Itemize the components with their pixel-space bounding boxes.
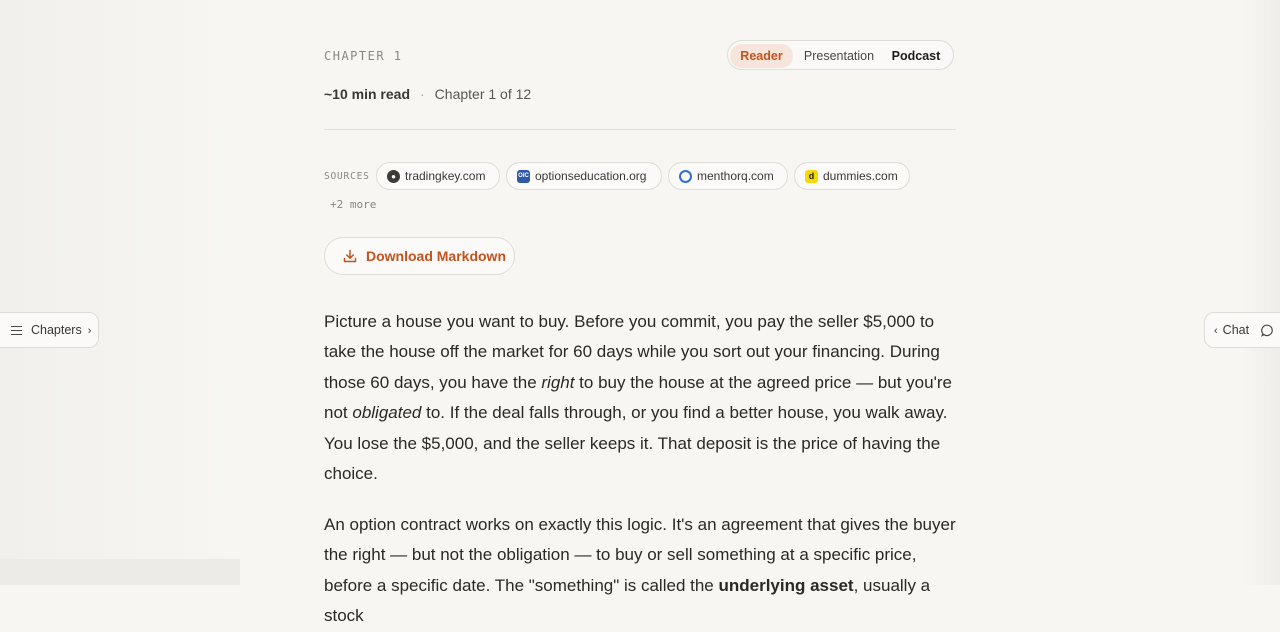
oic-favicon-icon: OIC <box>517 170 530 183</box>
source-chip-tradingkey[interactable]: ● tradingkey.com <box>376 162 500 190</box>
mode-reader-button[interactable]: Reader <box>730 44 793 68</box>
chevron-left-icon: ‹ <box>1214 325 1218 337</box>
chapter-label: CHAPTER 1 <box>324 49 403 63</box>
download-icon <box>343 249 357 263</box>
chat-label: Chat <box>1222 323 1250 337</box>
mode-podcast-button[interactable]: Podcast <box>886 44 946 68</box>
right-margin <box>1240 0 1280 585</box>
download-label: Download Markdown <box>366 248 506 264</box>
source-chip-optionseducation[interactable]: OIC optionseducation.org <box>506 162 662 190</box>
strong-term: underlying asset <box>718 575 854 595</box>
source-chip-dummies[interactable]: d dummies.com <box>794 162 910 190</box>
chevron-right-icon: › <box>87 325 92 337</box>
header-divider <box>324 129 956 130</box>
chat-bubble-icon <box>1261 324 1273 337</box>
read-time: ~10 min read <box>324 86 410 102</box>
mode-switch: Reader Presentation Podcast <box>727 40 954 70</box>
left-margin <box>0 0 240 585</box>
menthorq-favicon-icon <box>679 170 692 183</box>
paragraph-1: Picture a house you want to buy. Before … <box>324 307 956 489</box>
source-domain: dummies.com <box>823 169 898 183</box>
more-sources-link[interactable]: +2 more <box>330 198 376 211</box>
menu-icon <box>11 326 22 337</box>
sources-label: SOURCES <box>324 171 370 182</box>
chapter-position: Chapter 1 of 12 <box>434 86 532 102</box>
emphasis: right <box>541 372 575 392</box>
download-markdown-button[interactable]: Download Markdown <box>324 237 515 275</box>
chapter-meta: ~10 min read · Chapter 1 of 12 <box>324 86 531 102</box>
chapters-label: Chapters <box>31 323 82 337</box>
dummies-favicon-icon: d <box>805 170 818 183</box>
chapters-toggle-button[interactable]: Chapters › <box>0 312 99 348</box>
source-domain: menthorq.com <box>697 169 774 183</box>
source-domain: tradingkey.com <box>405 169 486 183</box>
emphasis: obligated <box>352 403 422 423</box>
mode-presentation-button[interactable]: Presentation <box>798 44 880 68</box>
left-footer-strip <box>0 559 240 585</box>
source-chip-menthorq[interactable]: menthorq.com <box>668 162 788 190</box>
source-domain: optionseducation.org <box>535 169 647 183</box>
tradingkey-favicon-icon: ● <box>387 170 400 183</box>
chat-toggle-button[interactable]: ‹ Chat <box>1204 312 1280 348</box>
meta-separator: · <box>420 86 425 102</box>
paragraph-2: An option contract works on exactly this… <box>324 510 956 632</box>
